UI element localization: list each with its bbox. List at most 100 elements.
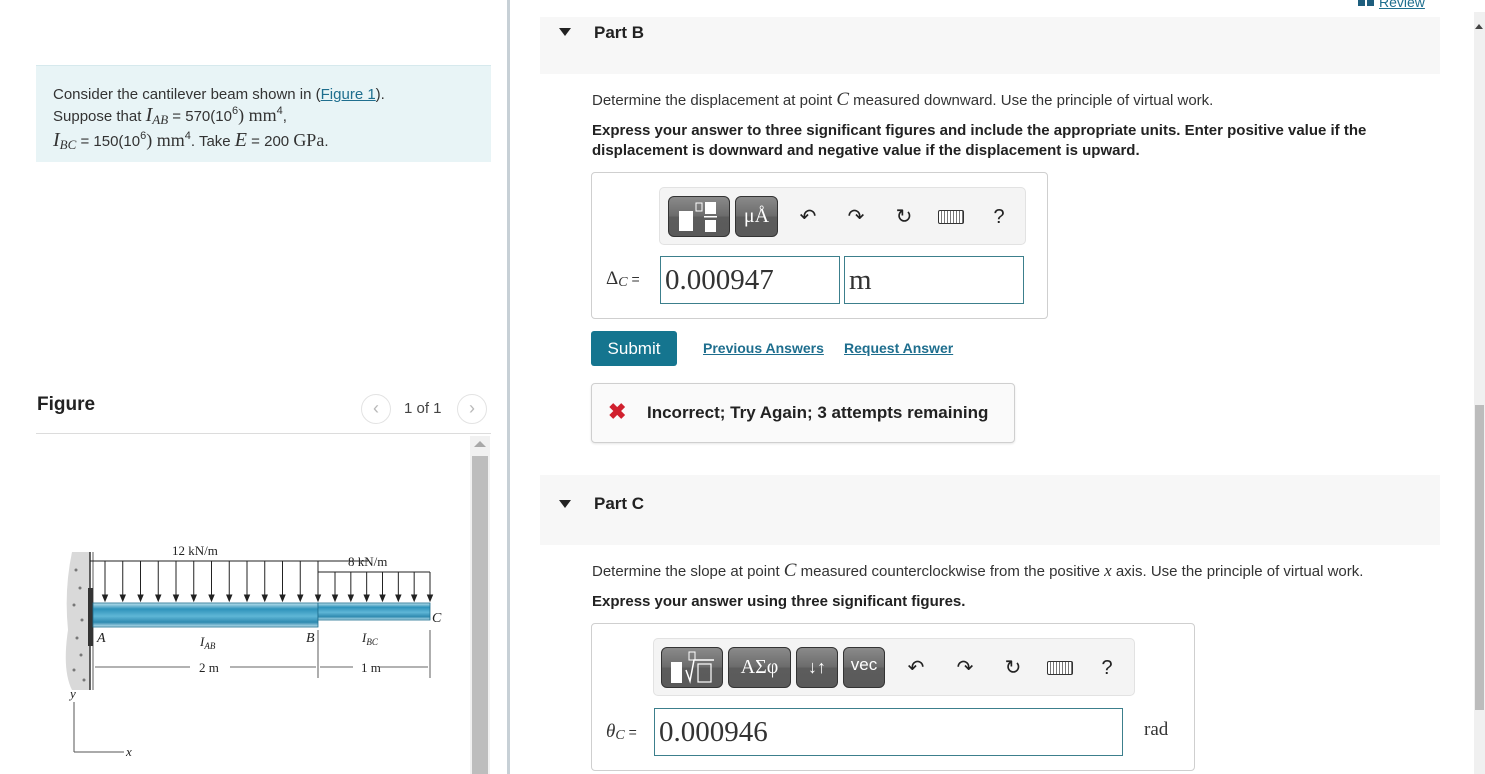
load-ab-label: 12 kN/m (172, 543, 218, 558)
units-button[interactable]: μÅ (735, 196, 778, 237)
collapse-triangle-icon[interactable] (559, 28, 571, 36)
reset-icon[interactable]: ↻ (891, 204, 917, 230)
part-c-toolbar: ΑΣφ ↓↑ vec ↶ ↷ ↻ ? (653, 638, 1135, 696)
part-c-question: Determine the slope at point C measured … (592, 560, 1363, 582)
radical-templates-button[interactable] (661, 647, 723, 688)
part-c-answer-box: ΑΣφ ↓↑ vec ↶ ↷ ↻ ? θC = 0.000946 (591, 623, 1195, 771)
radical-template-icon (671, 651, 714, 684)
keyboard-icon[interactable] (1047, 661, 1073, 675)
load-arrow-head (410, 594, 418, 603)
point-c-label: C (432, 611, 442, 626)
previous-answers-link[interactable]: Previous Answers (703, 340, 824, 356)
equals: = (627, 271, 640, 287)
question-text-end: measured downward. Use the principle of … (849, 92, 1214, 109)
delta-symbol: Δ (606, 268, 619, 289)
figure-prev-button[interactable]: ‹ (361, 394, 391, 424)
figure-scroll-thumb[interactable] (472, 456, 488, 774)
slope-value-input[interactable]: 0.000946 (654, 708, 1123, 756)
part-c-title: Part C (594, 494, 645, 513)
review-label: Review (1379, 0, 1425, 10)
reset-icon[interactable]: ↻ (1000, 655, 1026, 681)
vec-button[interactable]: vec (843, 647, 885, 688)
load-arrow-head (363, 594, 370, 603)
distributed-load-ab (101, 561, 322, 603)
help-button[interactable]: ? (986, 204, 1012, 230)
displacement-value-input[interactable]: 0.000947 (660, 256, 840, 304)
load-arrow-head (172, 594, 180, 603)
undo-icon[interactable]: ↶ (795, 204, 821, 230)
paren2: ) (146, 130, 157, 150)
load-arrow-head (379, 594, 386, 603)
greek-button[interactable]: ΑΣφ (728, 647, 791, 688)
len-bc-label: 1 m (361, 660, 381, 675)
figure-scrollbar[interactable] (470, 436, 490, 774)
scroll-up-icon[interactable] (1475, 24, 1483, 29)
suppose-text: Suppose that (53, 108, 146, 125)
point-a-label: A (96, 631, 106, 646)
load-arrow-head (226, 594, 233, 603)
redo-icon[interactable]: ↷ (952, 655, 978, 681)
part-b-header[interactable]: Part B (540, 17, 1440, 74)
e-symbol: E (234, 129, 248, 151)
load-arrow-head (297, 594, 304, 603)
i-ab-unit: mm (248, 105, 277, 125)
question-text: Determine the displacement at point (592, 92, 837, 109)
theta-symbol: θ (606, 721, 616, 742)
i-ab-label-sub: AB (203, 641, 215, 651)
point-b-label: B (306, 631, 315, 646)
load-arrow-head (426, 594, 434, 603)
figure-header: Figure ‹ 1 of 1 › (36, 384, 491, 434)
load-arrow-head (119, 594, 126, 603)
figure-next-button[interactable]: › (457, 394, 487, 424)
wall-support (65, 552, 90, 690)
review-link[interactable]: Review (1358, 0, 1425, 10)
part-c-header[interactable]: Part C (540, 475, 1440, 545)
distributed-load-bc (331, 572, 434, 603)
displacement-unit-input[interactable]: m (844, 256, 1024, 304)
delta-sub: C (618, 275, 628, 290)
chevron-right-icon: › (469, 398, 475, 418)
undo-icon[interactable]: ↶ (903, 655, 929, 681)
templates-button[interactable] (668, 196, 730, 237)
load-arrow-head (137, 594, 144, 603)
part-b-answer-box: μÅ ↶ ↷ ↻ ? ΔC = 0.000947 m (591, 172, 1048, 319)
i-bc-value: = 150(10 (76, 133, 141, 150)
page-scrollbar[interactable] (1474, 12, 1485, 774)
help-button[interactable]: ? (1094, 655, 1120, 681)
beam-figure: 12 kN/m 8 kN/m A B C IAB IBC 2 m 1 m y x (65, 543, 442, 759)
load-arrow-head (314, 594, 322, 603)
i-ab-sub: AB (152, 112, 169, 127)
left-pane: Consider the cantilever beam shown in (F… (0, 0, 507, 774)
keyboard-icon[interactable] (938, 210, 964, 224)
submit-button[interactable]: Submit (591, 331, 677, 366)
i-bc-symbol: I (53, 129, 60, 151)
question-var: C (783, 560, 797, 581)
part-b-question: Determine the displacement at point C me… (592, 89, 1213, 111)
beam-segment-ab (92, 602, 319, 628)
load-arrow-head (395, 594, 402, 603)
figure-link[interactable]: Figure 1 (321, 86, 376, 103)
part-b-title: Part B (594, 23, 645, 42)
figure-title: Figure (37, 394, 96, 415)
axis-y-label: y (68, 686, 76, 701)
greek-label: ΑΣφ (740, 656, 779, 678)
part-c-instruction: Express your answer using three signific… (592, 593, 966, 610)
collapse-triangle-icon[interactable] (559, 500, 571, 508)
arrows-button[interactable]: ↓↑ (796, 647, 838, 688)
period: . (324, 133, 329, 150)
comma: , (282, 108, 287, 125)
len-ab-label: 2 m (199, 660, 219, 675)
load-arrow-head (155, 594, 162, 603)
load-bc-label: 8 kN/m (348, 554, 387, 569)
take-text: . Take (190, 133, 235, 150)
request-answer-link[interactable]: Request Answer (844, 340, 953, 356)
redo-icon[interactable]: ↷ (843, 204, 869, 230)
feedback-box: ✖ Incorrect; Try Again; 3 attempts remai… (591, 383, 1015, 443)
book-icon (1358, 0, 1374, 6)
question-var: C (836, 89, 849, 110)
units-label: μÅ (743, 205, 770, 227)
beam-segment-bc (317, 602, 431, 621)
page-scroll-thumb[interactable] (1475, 405, 1484, 710)
scroll-up-icon[interactable] (474, 441, 486, 447)
fixed-plate (88, 588, 93, 646)
